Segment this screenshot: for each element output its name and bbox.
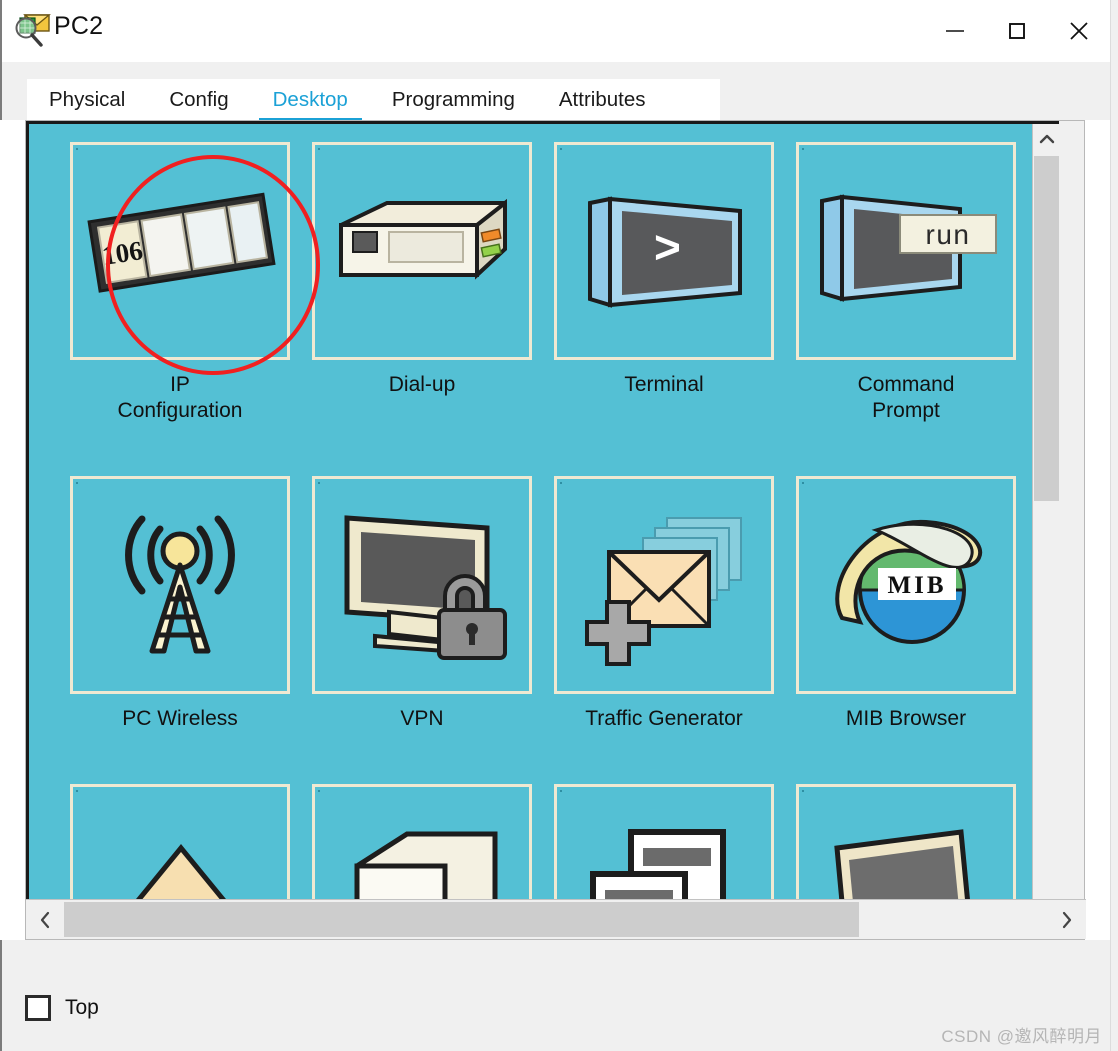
tab-config-label: Config bbox=[169, 88, 228, 112]
app-label-vpn: VPN bbox=[400, 706, 443, 732]
app-terminal[interactable]: > Terminal bbox=[543, 142, 785, 424]
desktop-panel: 106 IP Configuration bbox=[25, 120, 1085, 940]
app-dial-up[interactable]: Dial-up bbox=[301, 142, 543, 424]
chevron-left-icon bbox=[39, 911, 51, 929]
command-prompt-icon-box[interactable]: run bbox=[796, 142, 1016, 360]
app-mib-browser[interactable]: MIB MIB Browser bbox=[785, 476, 1027, 732]
top-checkbox-label: Top bbox=[65, 996, 99, 1020]
cell-marker-dot bbox=[318, 482, 320, 484]
cell-marker-dot bbox=[560, 482, 562, 484]
app-label-mib-browser: MIB Browser bbox=[846, 706, 966, 732]
app-label-pc-wireless: PC Wireless bbox=[122, 706, 238, 732]
cell-marker-dot bbox=[76, 482, 78, 484]
row-spacer bbox=[59, 424, 1059, 476]
watermark: CSDN @邀风醉明月 bbox=[941, 1022, 1102, 1047]
command-prompt-icon: run bbox=[808, 181, 1004, 321]
close-button[interactable] bbox=[1048, 0, 1110, 62]
application-grid: 106 IP Configuration bbox=[59, 142, 1059, 921]
tab-desktop-label: Desktop bbox=[273, 88, 348, 112]
tab-desktop[interactable]: Desktop bbox=[251, 79, 370, 120]
dial-up-modem-icon bbox=[327, 191, 517, 311]
app-label-dial-up: Dial-up bbox=[389, 372, 456, 398]
dial-up-icon-box[interactable] bbox=[312, 142, 532, 360]
app-label-terminal: Terminal bbox=[624, 372, 703, 398]
cell-marker-dot bbox=[560, 790, 562, 792]
grid-row: PC Wireless bbox=[59, 476, 1059, 732]
cell-marker-dot bbox=[560, 148, 562, 150]
traffic-generator-envelope-icon bbox=[569, 500, 759, 670]
window-title: PC2 bbox=[54, 12, 103, 41]
cell-marker-dot bbox=[802, 482, 804, 484]
packet-tracer-device-window: PC2 Physical Config Desktop Programming … bbox=[0, 0, 1118, 1051]
vertical-scrollbar[interactable] bbox=[1032, 124, 1059, 921]
app-traffic-generator[interactable]: Traffic Generator bbox=[543, 476, 785, 732]
app-command-prompt[interactable]: run Command Prompt bbox=[785, 142, 1027, 424]
minimize-button[interactable] bbox=[924, 0, 986, 62]
horizontal-scrollbar-thumb[interactable] bbox=[64, 902, 859, 937]
chevron-up-icon bbox=[1039, 133, 1055, 145]
app-label-command-prompt: Command Prompt bbox=[858, 372, 955, 424]
terminal-icon-box[interactable]: > bbox=[554, 142, 774, 360]
tab-physical[interactable]: Physical bbox=[27, 79, 147, 120]
mib-browser-glyph: MIB bbox=[888, 572, 947, 599]
title-bar: PC2 bbox=[0, 0, 1110, 62]
scroll-left-button[interactable] bbox=[26, 900, 64, 939]
vpn-monitor-lock-icon bbox=[327, 500, 517, 670]
inspect-envelope-magnifier-icon bbox=[12, 11, 52, 49]
tab-list: Physical Config Desktop Programming Attr… bbox=[27, 79, 720, 120]
tab-config[interactable]: Config bbox=[147, 79, 250, 120]
pc-wireless-antenna-icon bbox=[90, 495, 270, 675]
top-checkbox-row[interactable]: Top bbox=[25, 995, 99, 1021]
cell-marker-dot bbox=[318, 790, 320, 792]
mib-browser-icon-box[interactable]: MIB bbox=[796, 476, 1016, 694]
window-right-edge bbox=[1110, 0, 1118, 1051]
mib-browser-globe-icon: MIB bbox=[816, 500, 996, 670]
app-pc-wireless[interactable]: PC Wireless bbox=[59, 476, 301, 732]
tab-strip: Physical Config Desktop Programming Attr… bbox=[0, 62, 1110, 120]
pc-wireless-icon-box[interactable] bbox=[70, 476, 290, 694]
tab-attributes-label: Attributes bbox=[559, 88, 646, 112]
chevron-right-icon bbox=[1061, 911, 1073, 929]
vpn-icon-box[interactable] bbox=[312, 476, 532, 694]
tab-physical-label: Physical bbox=[49, 88, 125, 112]
command-prompt-glyph: run bbox=[926, 219, 971, 250]
ip-configuration-icon-box[interactable]: 106 bbox=[70, 142, 290, 360]
app-vpn[interactable]: VPN bbox=[301, 476, 543, 732]
app-label-ip-configuration: IP Configuration bbox=[118, 372, 243, 424]
window-controls bbox=[924, 0, 1110, 62]
cell-marker-dot bbox=[76, 790, 78, 792]
ip-configuration-badge: 106 bbox=[100, 235, 145, 271]
app-ip-configuration[interactable]: 106 IP Configuration bbox=[59, 142, 301, 424]
scroll-up-button[interactable] bbox=[1033, 124, 1059, 153]
top-checkbox[interactable] bbox=[25, 995, 51, 1021]
cell-marker-dot bbox=[802, 790, 804, 792]
desktop-application-grid: 106 IP Configuration bbox=[26, 121, 1059, 921]
traffic-generator-icon-box[interactable] bbox=[554, 476, 774, 694]
scroll-right-button[interactable] bbox=[1048, 900, 1086, 939]
row-spacer bbox=[59, 732, 1059, 784]
ip-configuration-icon: 106 bbox=[80, 186, 280, 316]
terminal-icon: > bbox=[574, 181, 754, 321]
grid-row: 106 IP Configuration bbox=[59, 142, 1059, 424]
horizontal-scrollbar[interactable] bbox=[26, 899, 1086, 939]
app-label-traffic-generator: Traffic Generator bbox=[585, 706, 743, 732]
tab-programming[interactable]: Programming bbox=[370, 79, 537, 120]
terminal-prompt-glyph: > bbox=[654, 221, 681, 273]
maximize-button[interactable] bbox=[986, 0, 1048, 62]
cell-marker-dot bbox=[76, 148, 78, 150]
cell-marker-dot bbox=[802, 148, 804, 150]
cell-marker-dot bbox=[318, 148, 320, 150]
tab-programming-label: Programming bbox=[392, 88, 515, 112]
vertical-scrollbar-thumb[interactable] bbox=[1034, 156, 1059, 501]
tab-attributes[interactable]: Attributes bbox=[537, 79, 668, 120]
